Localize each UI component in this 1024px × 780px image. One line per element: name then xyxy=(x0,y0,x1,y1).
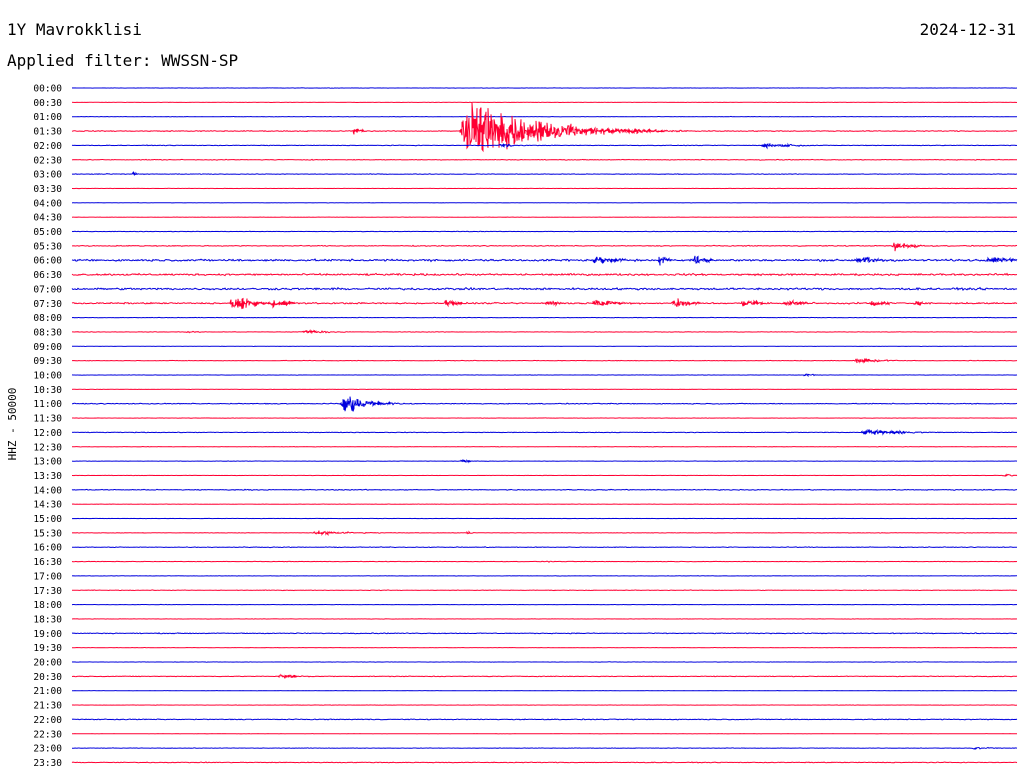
row-label-0000: 00:00 xyxy=(33,84,62,95)
trace-1730 xyxy=(72,589,1018,592)
trace-1400 xyxy=(71,488,1018,491)
row-label-0300: 03:00 xyxy=(33,170,62,181)
trace-2330 xyxy=(71,761,1018,764)
row-label-1300: 13:00 xyxy=(33,457,62,468)
trace-1330 xyxy=(72,473,1018,477)
row-label-0030: 00:30 xyxy=(33,98,62,109)
row-label-1700: 17:00 xyxy=(33,571,62,582)
row-label-0930: 09:30 xyxy=(33,356,62,367)
row-label-1430: 14:30 xyxy=(33,500,62,511)
trace-0100 xyxy=(72,115,1018,118)
row-label-0230: 02:30 xyxy=(33,155,62,166)
row-label-0730: 07:30 xyxy=(33,299,62,310)
trace-0830 xyxy=(72,329,1018,335)
row-label-0400: 04:00 xyxy=(33,198,62,209)
row-label-1200: 12:00 xyxy=(33,428,62,439)
row-label-0130: 01:30 xyxy=(33,127,62,138)
row-label-1500: 15:00 xyxy=(33,514,62,525)
row-label-1630: 16:30 xyxy=(33,557,62,568)
trace-0730 xyxy=(71,297,1018,310)
row-label-1930: 19:30 xyxy=(33,643,62,654)
trace-1530 xyxy=(71,530,1018,536)
row-label-1100: 11:00 xyxy=(33,399,62,410)
traces xyxy=(71,87,1018,764)
row-label-0530: 05:30 xyxy=(33,241,62,252)
trace-1600 xyxy=(72,546,1018,549)
row-label-0700: 07:00 xyxy=(33,284,62,295)
row-label-1230: 12:30 xyxy=(33,442,62,453)
row-label-2200: 22:00 xyxy=(33,715,62,726)
trace-1200 xyxy=(71,428,1017,436)
row-label-2330: 23:30 xyxy=(33,758,62,769)
trace-1100 xyxy=(72,396,1018,412)
trace-0530 xyxy=(72,242,1018,252)
row-label-2100: 21:00 xyxy=(33,686,62,697)
trace-2300 xyxy=(72,746,1018,751)
trace-0500 xyxy=(71,230,1017,233)
y-axis-label: HHZ - 50000 xyxy=(6,388,19,461)
row-labels: 00:00 00:30 01:00 01:30 02:00 02:30 03:00 03:30… xyxy=(33,84,62,769)
row-label-0630: 06:30 xyxy=(33,270,62,281)
row-label-1730: 17:30 xyxy=(33,586,62,597)
trace-2030 xyxy=(71,673,1018,679)
trace-1000 xyxy=(71,373,1018,378)
trace-1900 xyxy=(71,632,1017,635)
row-label-1330: 13:30 xyxy=(33,471,62,482)
row-label-1530: 15:30 xyxy=(33,528,62,539)
trace-0700 xyxy=(71,286,1018,291)
row-label-2000: 20:00 xyxy=(33,658,62,669)
row-label-0330: 03:30 xyxy=(33,184,62,195)
row-label-1000: 10:00 xyxy=(33,371,62,382)
trace-0600 xyxy=(71,255,1018,266)
row-label-0430: 04:30 xyxy=(33,213,62,224)
row-label-2030: 20:30 xyxy=(33,672,62,683)
row-label-1830: 18:30 xyxy=(33,614,62,625)
trace-0130 xyxy=(71,102,1018,153)
row-label-0500: 05:00 xyxy=(33,227,62,238)
row-label-1900: 19:00 xyxy=(33,629,62,640)
row-label-1130: 11:30 xyxy=(33,414,62,425)
row-label-0600: 06:00 xyxy=(33,256,62,267)
trace-0630 xyxy=(71,272,1017,277)
trace-1300 xyxy=(71,458,1018,464)
row-label-0900: 09:00 xyxy=(33,342,62,353)
trace-0200 xyxy=(71,142,1018,150)
row-label-1600: 16:00 xyxy=(33,543,62,554)
helicorder-plot: 00:00 00:30 01:00 01:30 02:00 02:30 03:00 03:30… xyxy=(6,84,1018,769)
row-label-2130: 21:30 xyxy=(33,701,62,712)
trace-0800 xyxy=(71,316,1018,319)
trace-0300 xyxy=(71,171,1018,177)
trace-0930 xyxy=(72,357,1018,364)
row-label-1800: 18:00 xyxy=(33,600,62,611)
row-label-0200: 02:00 xyxy=(33,141,62,152)
row-label-2230: 22:30 xyxy=(33,729,62,740)
trace-1630 xyxy=(71,560,1018,563)
row-label-0830: 08:30 xyxy=(33,327,62,338)
row-label-1400: 14:00 xyxy=(33,485,62,496)
trace-0230 xyxy=(71,158,1017,161)
row-label-2300: 23:00 xyxy=(33,744,62,755)
trace-1230 xyxy=(72,445,1017,448)
row-label-1030: 10:30 xyxy=(33,385,62,396)
row-label-0800: 08:00 xyxy=(33,313,62,324)
trace-2200 xyxy=(71,718,1018,721)
row-label-0100: 01:00 xyxy=(33,112,62,123)
